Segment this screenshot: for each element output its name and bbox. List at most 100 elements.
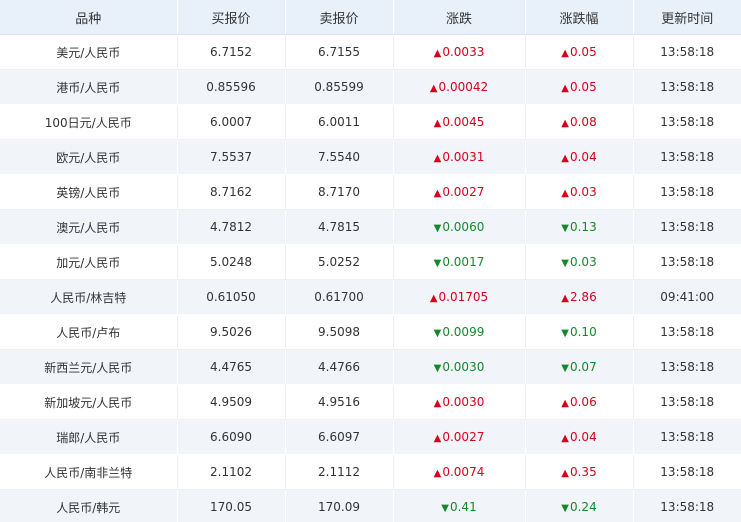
sell-price: 6.6097 [285,419,394,455]
triangle-down-icon: ▼ [441,503,449,514]
change-value: 0.0099 [442,325,485,339]
currency-pair: 美元/人民币 [0,34,178,70]
sell-price: 0.61700 [285,279,394,315]
table-row: 澳元/人民币 4.7812 4.7815 ▼0.0060 ▼0.13 13:58:18 [0,209,741,245]
sell-price: 4.9516 [285,384,394,420]
buy-price: 4.4765 [177,349,286,385]
change-percent-value: 0.04 [569,430,597,444]
change-percent: ▲0.08 [525,104,634,140]
triangle-up-icon: ▲ [429,83,438,94]
update-time: 13:58:18 [633,104,741,140]
sell-price: 4.7815 [285,209,394,245]
change-percent-value: 0.05 [569,45,597,59]
table-row: 100日元/人民币 6.0007 6.0011 ▲0.0045 ▲0.08 13:58:1… [0,104,741,140]
currency-pair: 人民币/韩元 [0,489,178,522]
update-time: 13:58:18 [633,209,741,245]
change-percent: ▼0.24 [525,489,634,522]
currency-pair: 新西兰元/人民币 [0,349,178,385]
change: ▲0.0074 [393,454,526,490]
change-percent: ▲0.05 [525,69,634,105]
change-percent: ▲0.04 [525,419,634,455]
triangle-up-icon: ▲ [429,293,438,304]
table-row: 加元/人民币 5.0248 5.0252 ▼0.0017 ▼0.03 13:58:18 [0,244,741,280]
change-percent: ▼0.07 [525,349,634,385]
change-percent-value: 0.08 [569,115,597,129]
triangle-down-icon: ▼ [433,223,442,234]
change-percent-value: 0.03 [569,185,597,199]
change-percent: ▼0.03 [525,244,634,280]
change-percent-value: 0.24 [569,500,597,514]
change-percent-value: 0.10 [569,325,597,339]
buy-price: 0.85596 [177,69,286,105]
sell-price: 170.09 [285,489,394,522]
update-time: 13:58:18 [633,349,741,385]
triangle-down-icon: ▼ [561,503,569,514]
update-time: 13:58:18 [633,489,741,522]
triangle-down-icon: ▼ [561,363,569,374]
currency-pair: 新加坡元/人民币 [0,384,178,420]
update-time: 13:58:18 [633,69,741,105]
update-time: 13:58:18 [633,174,741,210]
currency-pair: 瑞郎/人民币 [0,419,178,455]
buy-price: 9.5026 [177,314,286,350]
change-percent-value: 0.06 [569,395,597,409]
currency-pair: 100日元/人民币 [0,104,178,140]
buy-price: 0.61050 [177,279,286,315]
header-sell-price: 卖报价 [285,0,394,35]
triangle-down-icon: ▼ [561,223,569,234]
change-percent: ▲0.06 [525,384,634,420]
currency-pair: 人民币/卢布 [0,314,178,350]
update-time: 13:58:18 [633,384,741,420]
header-update-time: 更新时间 [633,0,741,35]
change-percent-value: 0.04 [569,150,597,164]
change-value: 0.0027 [442,185,485,199]
buy-price: 5.0248 [177,244,286,280]
triangle-down-icon: ▼ [561,328,569,339]
currency-pair: 欧元/人民币 [0,139,178,175]
currency-pair: 澳元/人民币 [0,209,178,245]
sell-price: 8.7170 [285,174,394,210]
table-row: 新加坡元/人民币 4.9509 4.9516 ▲0.0030 ▲0.06 13:58:18 [0,384,741,420]
table-row: 欧元/人民币 7.5537 7.5540 ▲0.0031 ▲0.04 13:58:18 [0,139,741,175]
header-variety: 品种 [0,0,178,35]
currency-pair: 人民币/南非兰特 [0,454,178,490]
change: ▲0.0033 [393,34,526,70]
table-header-row: 品种 买报价 卖报价 涨跌 涨跌幅 更新时间 [0,0,741,35]
triangle-up-icon: ▲ [561,398,569,409]
change-percent: ▲0.35 [525,454,634,490]
change-percent-value: 0.07 [569,360,597,374]
currency-pair: 人民币/林吉特 [0,279,178,315]
triangle-down-icon: ▼ [433,328,442,339]
change-value: 0.0017 [442,255,485,269]
change-percent: ▲0.03 [525,174,634,210]
sell-price: 6.7155 [285,34,394,70]
table-row: 人民币/卢布 9.5026 9.5098 ▼0.0099 ▼0.10 13:58:18 [0,314,741,350]
triangle-up-icon: ▲ [561,433,569,444]
triangle-up-icon: ▲ [561,48,569,59]
change-percent: ▲0.04 [525,139,634,175]
sell-price: 6.0011 [285,104,394,140]
triangle-up-icon: ▲ [433,48,442,59]
change: ▲0.01705 [393,279,526,315]
triangle-up-icon: ▲ [561,118,569,129]
header-buy-price: 买报价 [177,0,286,35]
currency-pair: 港币/人民币 [0,69,178,105]
buy-price: 7.5537 [177,139,286,175]
buy-price: 170.05 [177,489,286,522]
buy-price: 6.7152 [177,34,286,70]
change-percent-value: 0.13 [569,220,597,234]
table-row: 英镑/人民币 8.7162 8.7170 ▲0.0027 ▲0.03 13:58:18 [0,174,741,210]
table-row: 新西兰元/人民币 4.4765 4.4766 ▼0.0030 ▼0.07 13:58:18 [0,349,741,385]
table-row: 港币/人民币 0.85596 0.85599 ▲0.00042 ▲0.05 13:58:1… [0,69,741,105]
sell-price: 7.5540 [285,139,394,175]
buy-price: 2.1102 [177,454,286,490]
update-time: 13:58:18 [633,454,741,490]
triangle-up-icon: ▲ [561,153,569,164]
triangle-down-icon: ▼ [561,258,569,269]
change-value: 0.41 [449,500,477,514]
change: ▲0.0027 [393,174,526,210]
change-value: 0.01705 [438,290,489,304]
change-value: 0.0074 [442,465,485,479]
update-time: 13:58:18 [633,34,741,70]
change: ▼0.0099 [393,314,526,350]
